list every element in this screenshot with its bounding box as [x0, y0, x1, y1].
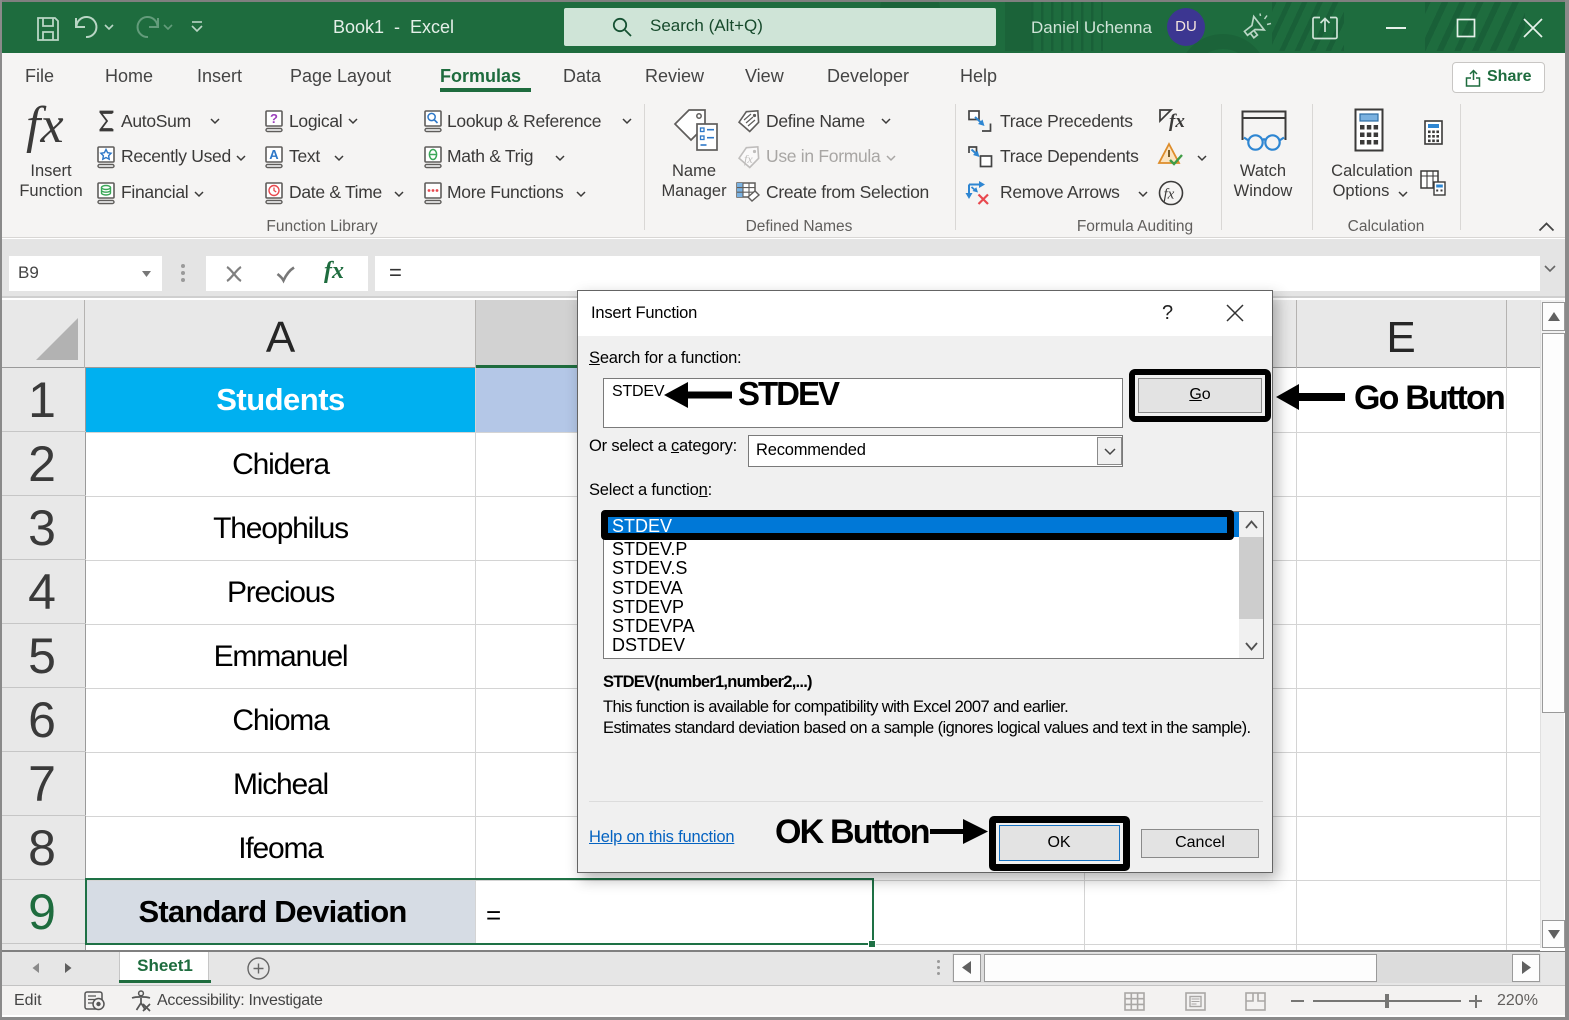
svg-text:fx: fx [1169, 111, 1185, 132]
svg-text:?: ? [270, 111, 278, 126]
svg-text:A: A [269, 147, 279, 162]
svg-text:fx: fx [744, 152, 753, 166]
svg-text:fx: fx [1164, 187, 1175, 203]
